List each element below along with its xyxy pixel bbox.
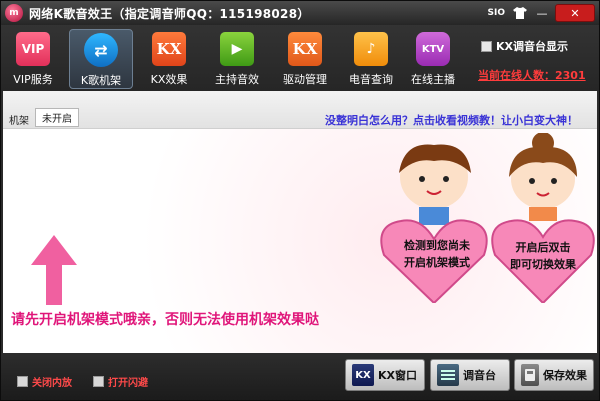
boy-cartoon-icon xyxy=(380,144,488,303)
karaoke-rack-icon: ⇄ xyxy=(84,33,118,67)
boy-bubble-line1: 检测到您尚未 xyxy=(404,239,470,252)
toolbar-item-electro-query[interactable]: ♪ 电音查询 xyxy=(339,29,403,89)
toolbar-item-driver[interactable]: KX 驱动管理 xyxy=(273,29,337,89)
boy-bubble-line2: 开启机架模式 xyxy=(404,256,470,269)
boy-bubble-text: 检测到您尚未 开启机架模式 xyxy=(387,237,487,271)
app-window: m 网络K歌音效王（指定调音师QQ：115198028） SIO — ✕ VIP… xyxy=(0,0,600,401)
sio-button[interactable]: SIO xyxy=(486,4,507,22)
rack-tab-bar: 机架 未开启 没整明白怎么用？点击收看视频教！让小白变大神！ xyxy=(3,91,597,129)
mixer-icon xyxy=(437,364,459,386)
toolbar-item-label: 电音查询 xyxy=(349,73,393,86)
close-icon[interactable]: ✕ xyxy=(555,4,595,22)
show-mixer-label: KX调音台显示 xyxy=(496,40,569,53)
toolbar-item-label: 主持音效 xyxy=(215,73,259,86)
rack-status-button[interactable]: 未开启 xyxy=(35,108,79,127)
host-sound-icon: ▶ xyxy=(220,32,254,66)
toolbar-item-online-host[interactable]: KTV 在线主播 xyxy=(401,29,465,89)
girl-bubble-text: 开启后双击 即可切换效果 xyxy=(493,239,593,273)
mixer-label: 调音台 xyxy=(463,369,496,382)
up-arrow-icon xyxy=(31,235,77,305)
window-controls: SIO — ✕ xyxy=(486,4,595,22)
video-tutorial-link[interactable]: 没整明白怎么用？点击收看视频教！让小白变大神！ xyxy=(325,112,578,128)
kx-window-button[interactable]: KX KX窗口 xyxy=(345,359,425,391)
toolbar-item-label: 在线主播 xyxy=(411,73,455,86)
toolbar-item-karaoke-rack[interactable]: ⇄ K歌机架 xyxy=(69,29,133,89)
save-icon xyxy=(521,364,539,386)
crown-vip-icon: VIP xyxy=(16,32,50,66)
rack-warning-text: 请先开启机架模式哦亲，否则无法使用机架效果哒 xyxy=(11,312,319,328)
shirt-icon[interactable] xyxy=(511,4,529,22)
save-effect-button[interactable]: 保存效果 xyxy=(514,359,594,391)
girl-bubble-line2: 即可切换效果 xyxy=(510,258,576,271)
kx-effect-icon: KX xyxy=(152,32,186,66)
close-internal-checkbox[interactable] xyxy=(17,376,28,387)
close-internal-toggle[interactable]: 关闭内放 xyxy=(17,374,72,389)
toolbar-item-vip[interactable]: VIP VIP服务 xyxy=(1,29,65,89)
toolbar-item-label: K歌机架 xyxy=(80,74,122,87)
toolbar-item-label: 驱动管理 xyxy=(283,73,327,86)
toolbar-item-label: KX效果 xyxy=(150,73,188,86)
kx-window-label: KX窗口 xyxy=(378,369,418,382)
driver-kx-icon: KX xyxy=(288,32,322,66)
toolbar-item-label: VIP服务 xyxy=(13,73,53,86)
bottom-bar: 关闭内放 打开闪避 KX KX窗口 调音台 保存效果 xyxy=(1,353,599,400)
minimize-icon[interactable]: — xyxy=(533,4,551,22)
toolbar-item-host-sound[interactable]: ▶ 主持音效 xyxy=(205,29,269,89)
open-flash-checkbox[interactable] xyxy=(93,376,104,387)
main-toolbar: VIP VIP服务 ⇄ K歌机架 KX KX效果 ▶ 主持音效 KX 驱动管理 … xyxy=(1,25,599,91)
girl-bubble-line1: 开启后双击 xyxy=(515,241,571,254)
open-flash-toggle[interactable]: 打开闪避 xyxy=(93,374,148,389)
save-effect-label: 保存效果 xyxy=(543,369,587,382)
show-mixer-checkbox[interactable] xyxy=(481,40,492,52)
app-logo-icon: m xyxy=(5,4,23,22)
close-internal-label: 关闭内放 xyxy=(32,378,72,389)
girl-cartoon-icon xyxy=(491,133,595,303)
kx-window-icon: KX xyxy=(352,364,374,386)
rack-tab-label[interactable]: 机架 xyxy=(9,112,29,127)
show-mixer-toggle[interactable]: KX调音台显示 xyxy=(481,38,568,54)
toolbar-item-kx-effect[interactable]: KX KX效果 xyxy=(137,29,201,89)
mixer-button[interactable]: 调音台 xyxy=(430,359,510,391)
folder-icon: ♪ xyxy=(354,32,388,66)
online-count: 当前在线人数：2301 xyxy=(478,69,586,82)
window-title: 网络K歌音效王（指定调音师QQ：115198028） xyxy=(29,6,310,21)
ktv-mic-icon: KTV xyxy=(416,32,450,66)
open-flash-label: 打开闪避 xyxy=(108,378,148,389)
title-bar[interactable]: m 网络K歌音效王（指定调音师QQ：115198028） SIO — ✕ xyxy=(1,1,599,25)
rack-content-panel: 请先开启机架模式哦亲，否则无法使用机架效果哒 检测到您尚未 开启机架模式 开启后… xyxy=(3,103,597,353)
